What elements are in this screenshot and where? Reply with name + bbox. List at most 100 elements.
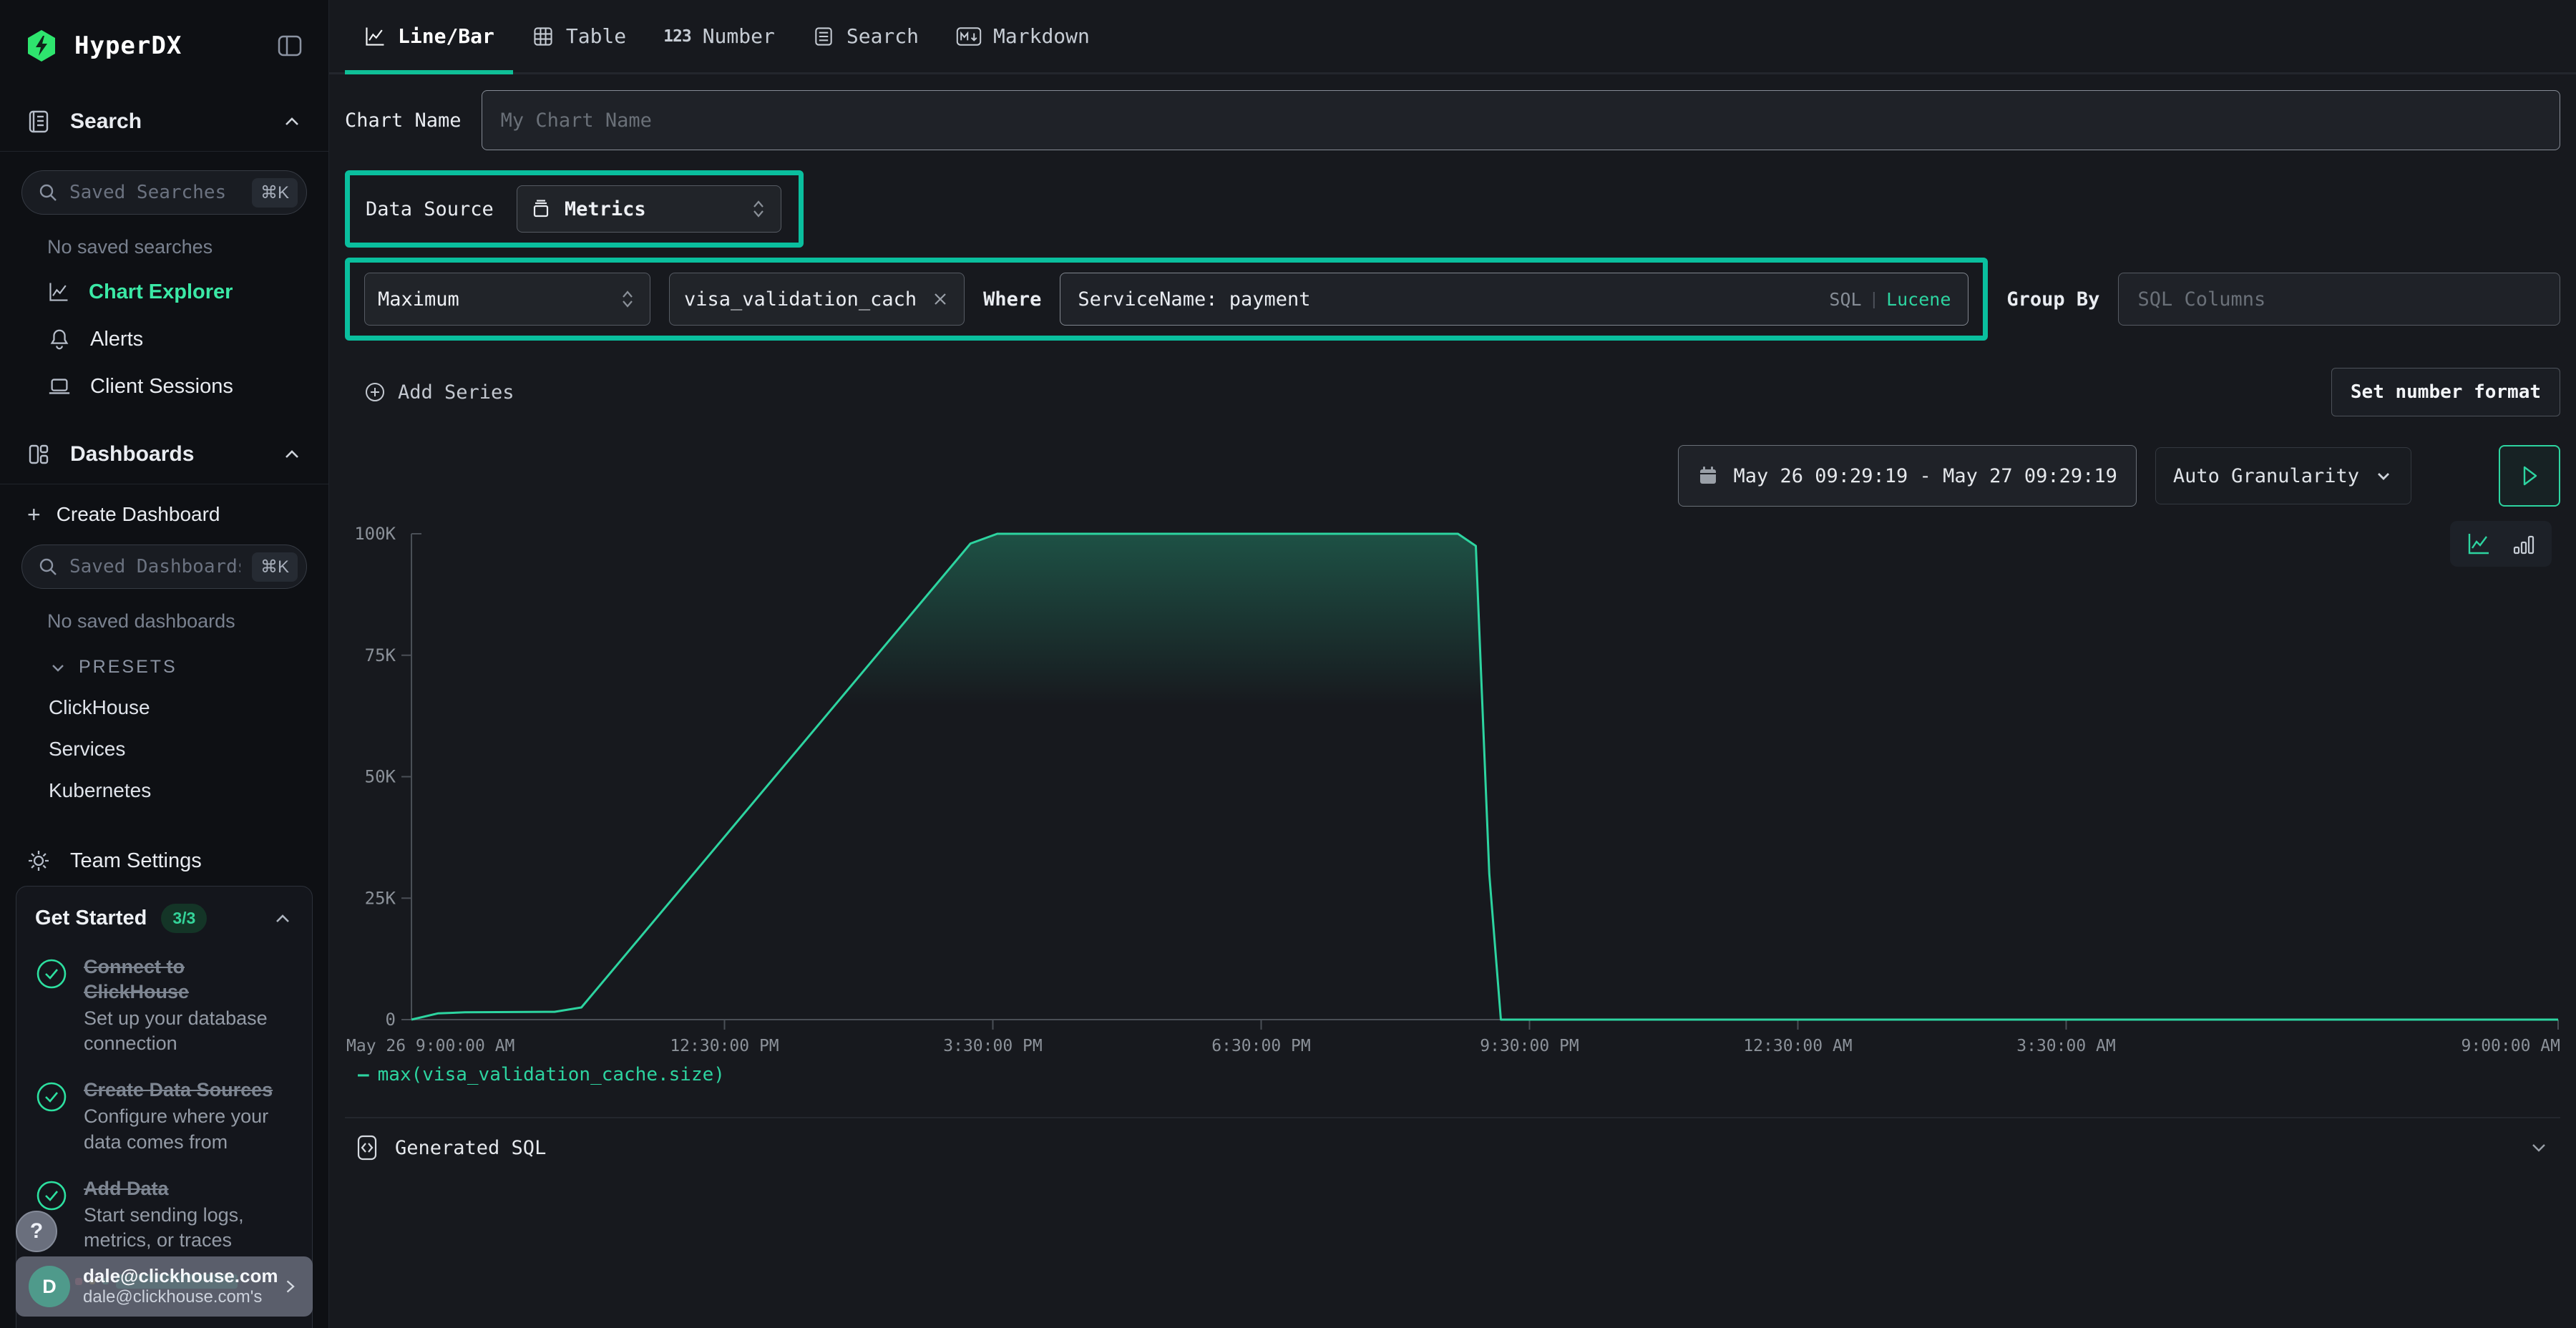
add-series-row: Add Series Set number format bbox=[345, 368, 2560, 416]
onboarding-step-title: Create Data Sources bbox=[84, 1078, 293, 1103]
sidebar-nav: Chart ExplorerAlertsClient Sessions bbox=[21, 258, 307, 410]
onboarding-step[interactable]: Connect to ClickHouseSet up your databas… bbox=[35, 954, 293, 1056]
legend-item[interactable]: —max(visa_validation_cache.size) bbox=[358, 1064, 725, 1085]
line-chart-icon bbox=[364, 25, 386, 48]
generated-sql-label: Generated SQL bbox=[395, 1137, 546, 1159]
layout-icon bbox=[26, 441, 52, 467]
group-by-field[interactable] bbox=[2137, 273, 2541, 325]
add-series-button[interactable]: Add Series bbox=[345, 381, 514, 404]
aggregation-select[interactable]: Maximum bbox=[364, 273, 650, 326]
data-source-label: Data Source bbox=[366, 198, 494, 220]
tab-label: Number bbox=[703, 24, 775, 48]
granularity-select[interactable]: Auto Granularity bbox=[2155, 447, 2411, 504]
preset-services[interactable]: Services bbox=[49, 738, 307, 761]
where-input[interactable]: ServiceName: payment SQL | Lucene bbox=[1060, 273, 1968, 326]
search-section-body: ⌘K No saved searches Chart ExplorerAlert… bbox=[0, 170, 328, 410]
line-chart-icon bbox=[47, 280, 70, 303]
chevron-up-icon bbox=[281, 111, 303, 132]
onboarding-step[interactable]: Add DataStart sending logs, metrics, or … bbox=[35, 1176, 293, 1253]
create-dashboard-button[interactable]: + Create Dashboard bbox=[0, 484, 328, 526]
markdown-icon bbox=[956, 26, 982, 47]
get-started-header[interactable]: Get Started 3/3 bbox=[35, 904, 293, 933]
onboarding-step-title: Add Data bbox=[84, 1176, 293, 1201]
saved-dashboards-input[interactable]: ⌘K bbox=[21, 545, 307, 589]
x-tick-label: 12:30:00 PM bbox=[670, 1037, 779, 1055]
preset-kubernetes[interactable]: Kubernetes bbox=[49, 779, 307, 802]
onboarding-step-desc: Set up your database connection bbox=[84, 1006, 293, 1056]
plus-icon: + bbox=[27, 503, 41, 526]
dashboards-section-body: ⌘K No saved dashboards PRESETS ClickHous… bbox=[0, 545, 328, 802]
date-range-picker[interactable]: May 26 09:29:19 - May 27 09:29:19 bbox=[1678, 445, 2136, 507]
tab-markdown[interactable]: Markdown bbox=[937, 0, 1108, 72]
chevron-right-icon bbox=[280, 1276, 300, 1297]
data-source-row: Data Source Metrics bbox=[345, 170, 2560, 248]
check-circle-icon bbox=[35, 957, 68, 1056]
group-by-input[interactable] bbox=[2118, 273, 2560, 326]
x-tick-label: 6:30:00 PM bbox=[1211, 1037, 1310, 1055]
line-chart-icon[interactable] bbox=[2466, 531, 2492, 557]
tab-label: Line/Bar bbox=[398, 24, 494, 48]
sidebar-section-dashboards-label: Dashboards bbox=[70, 442, 194, 467]
chart-name-input[interactable] bbox=[482, 90, 2560, 150]
help-button[interactable]: ? bbox=[16, 1211, 57, 1252]
granularity-value: Auto Granularity bbox=[2173, 465, 2359, 487]
table-icon bbox=[532, 25, 555, 48]
preset-clickhouse[interactable]: ClickHouse bbox=[49, 696, 307, 719]
data-source-value: Metrics bbox=[565, 198, 646, 220]
chevron-updown-icon bbox=[618, 288, 637, 310]
y-tick-label: 100K bbox=[354, 524, 396, 544]
onboarding-step[interactable]: Create Data SourcesConfigure where your … bbox=[35, 1078, 293, 1154]
chevron-down-icon bbox=[2527, 1136, 2550, 1159]
sidebar-item-client-sessions[interactable]: Client Sessions bbox=[47, 363, 281, 410]
sidebar-item-chart-explorer[interactable]: Chart Explorer bbox=[47, 268, 281, 316]
line-chart[interactable]: 025K50K75K100KMay 26 9:00:00 AM12:30:00 … bbox=[345, 519, 2560, 1056]
y-tick-label: 50K bbox=[365, 767, 396, 787]
plus-circle-icon bbox=[364, 381, 386, 404]
sidebar-section-dashboards[interactable]: Dashboards bbox=[0, 424, 328, 484]
sidebar-item-alerts[interactable]: Alerts bbox=[47, 316, 281, 363]
tab-search[interactable]: Search bbox=[794, 0, 937, 72]
bar-chart-icon[interactable] bbox=[2512, 532, 2536, 556]
presets-toggle[interactable]: PRESETS bbox=[49, 657, 307, 678]
time-controls-row: May 26 09:29:19 - May 27 09:29:19 Auto G… bbox=[345, 445, 2560, 507]
preset-list: ClickHouse Services Kubernetes bbox=[21, 696, 307, 802]
journal-icon bbox=[26, 109, 52, 135]
team-settings-button[interactable]: Team Settings bbox=[26, 848, 328, 874]
saved-searches-input[interactable]: ⌘K bbox=[21, 170, 307, 215]
laptop-icon bbox=[47, 374, 72, 399]
saved-dashboards-shortcut: ⌘K bbox=[252, 552, 298, 582]
annotation-box-series: Maximum visa_validation_cach Where Servi… bbox=[345, 258, 1988, 341]
sidebar-collapse-icon[interactable] bbox=[275, 31, 304, 60]
tab-number[interactable]: 123Number bbox=[645, 0, 794, 72]
user-team: dale@clickhouse.com's bbox=[83, 1287, 268, 1308]
app-root: HyperDX Search ⌘K No saved searches Char… bbox=[0, 0, 2576, 1328]
run-query-button[interactable] bbox=[2499, 445, 2560, 507]
tab-table[interactable]: Table bbox=[513, 0, 645, 72]
language-lucene-toggle[interactable]: Lucene bbox=[1886, 289, 1951, 310]
metric-tag[interactable]: visa_validation_cach bbox=[669, 273, 965, 326]
user-menu[interactable]: D dale@clickhouse.com dale@clickhouse.co… bbox=[16, 1256, 313, 1317]
create-dashboard-label: Create Dashboard bbox=[57, 503, 220, 526]
chart-style-toggle bbox=[2450, 521, 2552, 567]
sidebar-section-search-label: Search bbox=[70, 109, 142, 134]
calendar-icon bbox=[1697, 465, 1719, 487]
saved-dashboards-field[interactable] bbox=[69, 556, 240, 577]
y-tick-label: 25K bbox=[365, 888, 396, 908]
x-tick-label: 9:00:00 AM bbox=[2462, 1037, 2560, 1055]
tab-line-bar[interactable]: Line/Bar bbox=[345, 0, 513, 72]
onboarding-step-desc: Configure where your data comes from bbox=[84, 1104, 293, 1154]
saved-searches-field[interactable] bbox=[69, 182, 240, 203]
search-icon bbox=[38, 182, 58, 202]
set-number-format-button[interactable]: Set number format bbox=[2331, 368, 2560, 416]
close-icon[interactable] bbox=[931, 290, 950, 308]
app-title: HyperDX bbox=[74, 31, 182, 60]
chart-name-field[interactable] bbox=[501, 91, 2541, 150]
chart-name-label: Chart Name bbox=[345, 109, 462, 132]
sidebar-section-search[interactable]: Search bbox=[0, 92, 328, 152]
presets-label: PRESETS bbox=[79, 657, 177, 678]
generated-sql-toggle[interactable]: Generated SQL bbox=[345, 1117, 2560, 1176]
no-saved-dashboards-text: No saved dashboards bbox=[47, 610, 307, 633]
data-source-select[interactable]: Metrics bbox=[517, 185, 781, 233]
language-sql-toggle[interactable]: SQL bbox=[1829, 289, 1861, 310]
chart-type-tabs: Line/Bar Table123NumberSearchMarkdown bbox=[329, 0, 2576, 74]
